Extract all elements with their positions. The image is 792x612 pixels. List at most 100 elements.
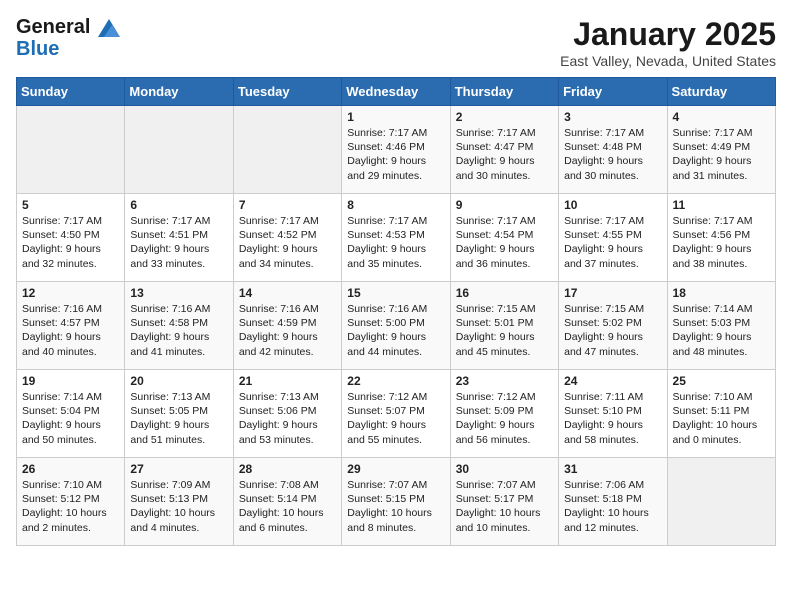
- day-number: 19: [22, 374, 119, 388]
- day-number: 4: [673, 110, 770, 124]
- day-info: Sunrise: 7:15 AM Sunset: 5:01 PM Dayligh…: [456, 302, 553, 359]
- day-number: 14: [239, 286, 336, 300]
- weekday-header-row: SundayMondayTuesdayWednesdayThursdayFrid…: [17, 78, 776, 106]
- day-info: Sunrise: 7:13 AM Sunset: 5:05 PM Dayligh…: [130, 390, 227, 447]
- day-info: Sunrise: 7:16 AM Sunset: 4:59 PM Dayligh…: [239, 302, 336, 359]
- calendar-cell: 27Sunrise: 7:09 AM Sunset: 5:13 PM Dayli…: [125, 458, 233, 546]
- calendar-cell: 15Sunrise: 7:16 AM Sunset: 5:00 PM Dayli…: [342, 282, 450, 370]
- day-info: Sunrise: 7:15 AM Sunset: 5:02 PM Dayligh…: [564, 302, 661, 359]
- day-number: 18: [673, 286, 770, 300]
- day-info: Sunrise: 7:10 AM Sunset: 5:11 PM Dayligh…: [673, 390, 770, 447]
- page-header: General Blue January 2025 East Valley, N…: [16, 16, 776, 69]
- day-info: Sunrise: 7:13 AM Sunset: 5:06 PM Dayligh…: [239, 390, 336, 447]
- calendar-cell: 16Sunrise: 7:15 AM Sunset: 5:01 PM Dayli…: [450, 282, 558, 370]
- day-number: 30: [456, 462, 553, 476]
- day-number: 29: [347, 462, 444, 476]
- day-info: Sunrise: 7:07 AM Sunset: 5:17 PM Dayligh…: [456, 478, 553, 535]
- day-number: 7: [239, 198, 336, 212]
- calendar-cell: 6 Sunrise: 7:17 AM Sunset: 4:51 PM Daylig…: [125, 194, 233, 282]
- calendar-cell: 22Sunrise: 7:12 AM Sunset: 5:07 PM Dayli…: [342, 370, 450, 458]
- day-number: 13: [130, 286, 227, 300]
- day-number: 1: [347, 110, 444, 124]
- logo-general: General: [16, 16, 90, 38]
- day-info: Sunrise: 7:17 AM Sunset: 4:55 PM Dayligh…: [564, 214, 661, 271]
- calendar-cell: 10 Sunrise: 7:17 AM Sunset: 4:55 PM Dayli…: [559, 194, 667, 282]
- day-number: 12: [22, 286, 119, 300]
- day-info: Sunrise: 7:11 AM Sunset: 5:10 PM Dayligh…: [564, 390, 661, 447]
- calendar-cell: 19Sunrise: 7:14 AM Sunset: 5:04 PM Dayli…: [17, 370, 125, 458]
- day-info: Sunrise: 7:12 AM Sunset: 5:09 PM Dayligh…: [456, 390, 553, 447]
- day-info: Sunrise: 7:07 AM Sunset: 5:15 PM Dayligh…: [347, 478, 444, 535]
- day-number: 3: [564, 110, 661, 124]
- calendar-cell: 26Sunrise: 7:10 AM Sunset: 5:12 PM Dayli…: [17, 458, 125, 546]
- day-info: Sunrise: 7:17 AM Sunset: 4:48 PM Dayligh…: [564, 126, 661, 183]
- calendar-cell: 9 Sunrise: 7:17 AM Sunset: 4:54 PM Daylig…: [450, 194, 558, 282]
- day-info: Sunrise: 7:17 AM Sunset: 4:47 PM Dayligh…: [456, 126, 553, 183]
- calendar-cell: 5 Sunrise: 7:17 AM Sunset: 4:50 PM Daylig…: [17, 194, 125, 282]
- calendar-cell: 4 Sunrise: 7:17 AM Sunset: 4:49 PM Daylig…: [667, 106, 775, 194]
- calendar-cell: 18Sunrise: 7:14 AM Sunset: 5:03 PM Dayli…: [667, 282, 775, 370]
- location: East Valley, Nevada, United States: [560, 53, 776, 69]
- calendar-cell: 12 Sunrise: 7:16 AM Sunset: 4:57 PM Dayli…: [17, 282, 125, 370]
- day-number: 25: [673, 374, 770, 388]
- calendar-cell: [17, 106, 125, 194]
- calendar-cell: 23 Sunrise: 7:12 AM Sunset: 5:09 PM Dayli…: [450, 370, 558, 458]
- calendar-cell: 24Sunrise: 7:11 AM Sunset: 5:10 PM Dayli…: [559, 370, 667, 458]
- weekday-header-tuesday: Tuesday: [233, 78, 341, 106]
- day-number: 28: [239, 462, 336, 476]
- logo-icon: [98, 19, 120, 37]
- day-info: Sunrise: 7:17 AM Sunset: 4:46 PM Dayligh…: [347, 126, 444, 183]
- weekday-header-wednesday: Wednesday: [342, 78, 450, 106]
- weekday-header-sunday: Sunday: [17, 78, 125, 106]
- day-number: 9: [456, 198, 553, 212]
- week-row-1: 1 Sunrise: 7:17 AM Sunset: 4:46 PM Daylig…: [17, 106, 776, 194]
- calendar-cell: [233, 106, 341, 194]
- month-title: January 2025: [560, 16, 776, 53]
- logo: General Blue: [16, 16, 120, 60]
- weekday-header-saturday: Saturday: [667, 78, 775, 106]
- weekday-header-monday: Monday: [125, 78, 233, 106]
- calendar-cell: 1 Sunrise: 7:17 AM Sunset: 4:46 PM Daylig…: [342, 106, 450, 194]
- day-number: 26: [22, 462, 119, 476]
- day-number: 31: [564, 462, 661, 476]
- day-info: Sunrise: 7:17 AM Sunset: 4:49 PM Dayligh…: [673, 126, 770, 183]
- calendar-cell: 25 Sunrise: 7:10 AM Sunset: 5:11 PM Dayli…: [667, 370, 775, 458]
- week-row-2: 5 Sunrise: 7:17 AM Sunset: 4:50 PM Daylig…: [17, 194, 776, 282]
- day-info: Sunrise: 7:17 AM Sunset: 4:53 PM Dayligh…: [347, 214, 444, 271]
- calendar-cell: 17 Sunrise: 7:15 AM Sunset: 5:02 PM Dayli…: [559, 282, 667, 370]
- calendar-cell: [667, 458, 775, 546]
- day-info: Sunrise: 7:17 AM Sunset: 4:51 PM Dayligh…: [130, 214, 227, 271]
- calendar-cell: 3 Sunrise: 7:17 AM Sunset: 4:48 PM Daylig…: [559, 106, 667, 194]
- calendar-cell: 21 Sunrise: 7:13 AM Sunset: 5:06 PM Dayli…: [233, 370, 341, 458]
- calendar-cell: 20 Sunrise: 7:13 AM Sunset: 5:05 PM Dayli…: [125, 370, 233, 458]
- calendar-cell: [125, 106, 233, 194]
- day-number: 20: [130, 374, 227, 388]
- week-row-5: 26Sunrise: 7:10 AM Sunset: 5:12 PM Dayli…: [17, 458, 776, 546]
- day-info: Sunrise: 7:17 AM Sunset: 4:56 PM Dayligh…: [673, 214, 770, 271]
- day-number: 27: [130, 462, 227, 476]
- day-number: 23: [456, 374, 553, 388]
- day-number: 21: [239, 374, 336, 388]
- day-info: Sunrise: 7:16 AM Sunset: 4:57 PM Dayligh…: [22, 302, 119, 359]
- day-info: Sunrise: 7:17 AM Sunset: 4:54 PM Dayligh…: [456, 214, 553, 271]
- day-info: Sunrise: 7:08 AM Sunset: 5:14 PM Dayligh…: [239, 478, 336, 535]
- weekday-header-friday: Friday: [559, 78, 667, 106]
- week-row-3: 12 Sunrise: 7:16 AM Sunset: 4:57 PM Dayli…: [17, 282, 776, 370]
- calendar-cell: 14 Sunrise: 7:16 AM Sunset: 4:59 PM Dayli…: [233, 282, 341, 370]
- calendar-cell: 30 Sunrise: 7:07 AM Sunset: 5:17 PM Dayli…: [450, 458, 558, 546]
- weekday-header-thursday: Thursday: [450, 78, 558, 106]
- day-info: Sunrise: 7:17 AM Sunset: 4:52 PM Dayligh…: [239, 214, 336, 271]
- day-number: 10: [564, 198, 661, 212]
- week-row-4: 19Sunrise: 7:14 AM Sunset: 5:04 PM Dayli…: [17, 370, 776, 458]
- day-info: Sunrise: 7:17 AM Sunset: 4:50 PM Dayligh…: [22, 214, 119, 271]
- day-number: 6: [130, 198, 227, 212]
- calendar-cell: 13Sunrise: 7:16 AM Sunset: 4:58 PM Dayli…: [125, 282, 233, 370]
- day-number: 5: [22, 198, 119, 212]
- day-number: 11: [673, 198, 770, 212]
- logo-blue: Blue: [16, 38, 120, 60]
- title-block: January 2025 East Valley, Nevada, United…: [560, 16, 776, 69]
- day-number: 17: [564, 286, 661, 300]
- calendar-cell: 2Sunrise: 7:17 AM Sunset: 4:47 PM Daylig…: [450, 106, 558, 194]
- calendar-cell: 11 Sunrise: 7:17 AM Sunset: 4:56 PM Dayli…: [667, 194, 775, 282]
- calendar-cell: 28 Sunrise: 7:08 AM Sunset: 5:14 PM Dayli…: [233, 458, 341, 546]
